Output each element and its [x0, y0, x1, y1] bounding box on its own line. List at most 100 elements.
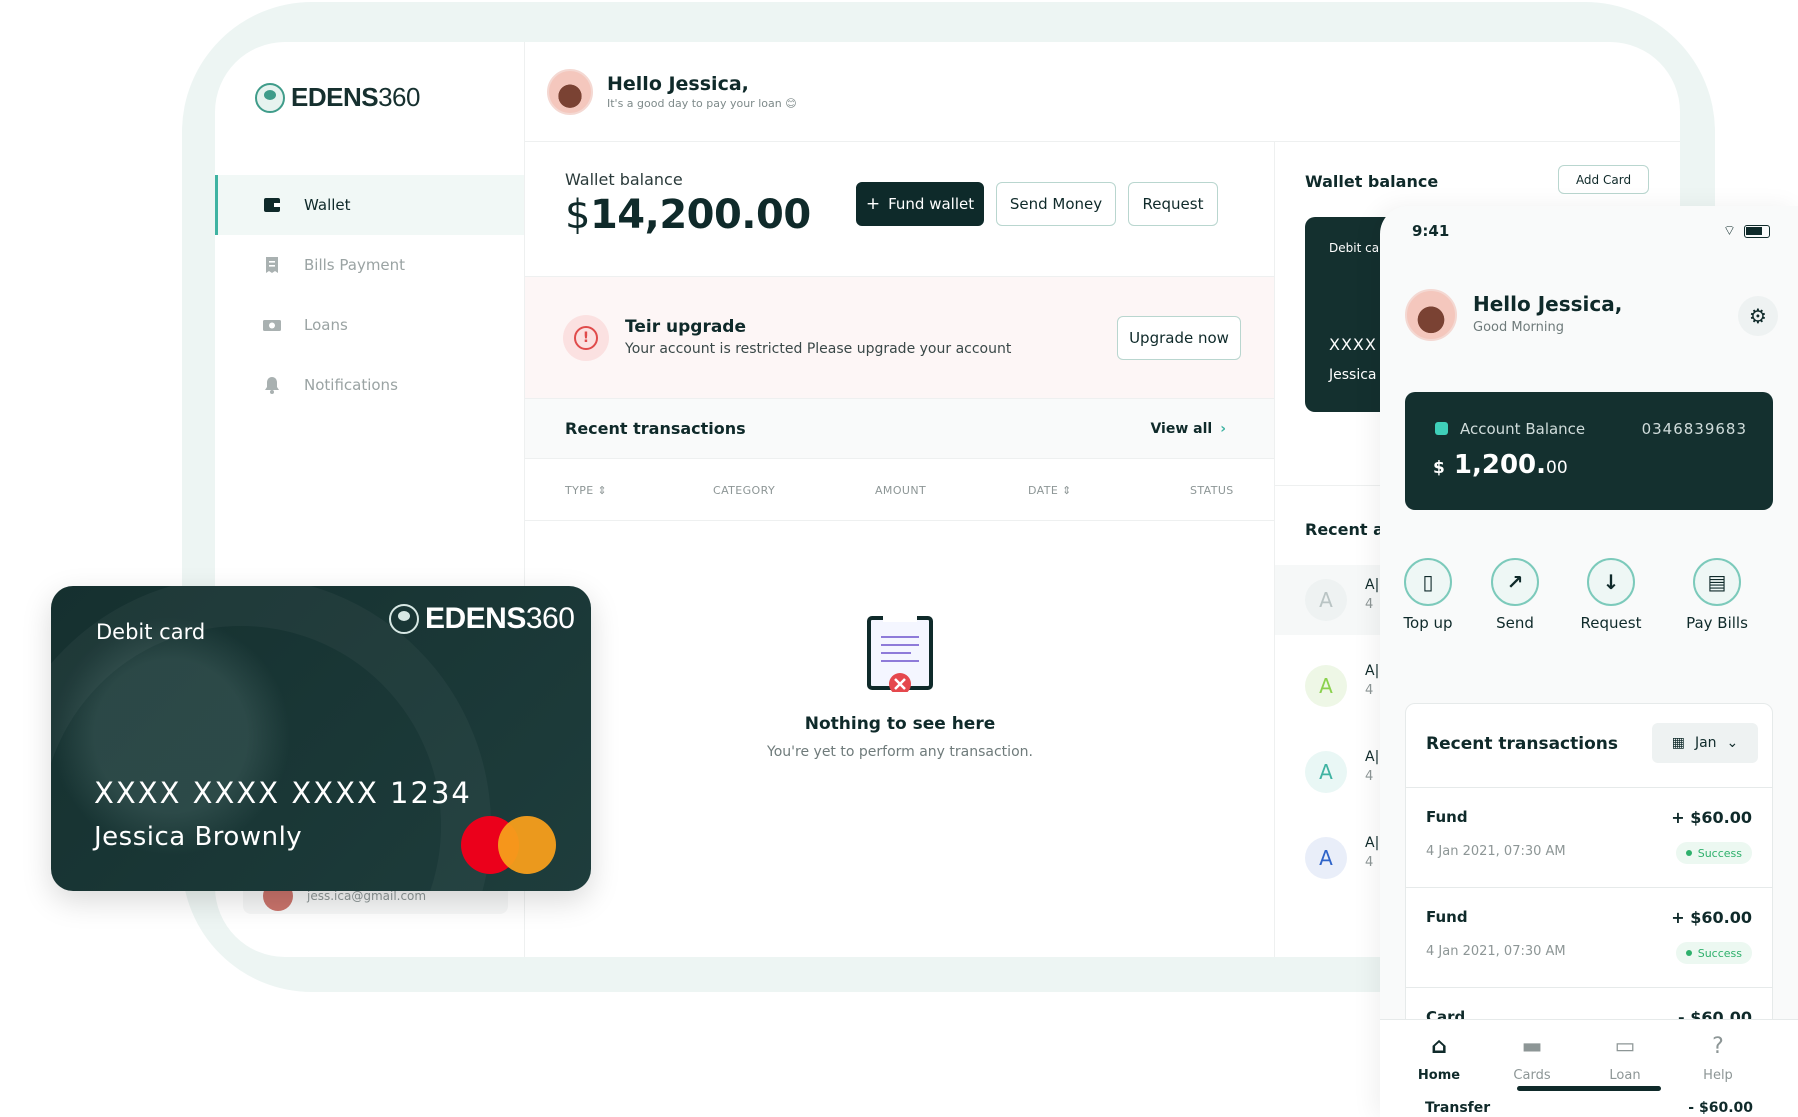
tier-title: Teir upgrade: [625, 317, 746, 337]
account-number: 0346839683: [1641, 420, 1747, 438]
avatar: A: [1305, 751, 1347, 793]
cash-icon: [262, 315, 282, 335]
tx-amount: - $60.00: [1688, 1100, 1753, 1116]
list-item-subtitle: 4: [1365, 855, 1374, 870]
send-money-button[interactable]: Send Money: [996, 182, 1116, 226]
bell-icon: [262, 375, 282, 395]
card-name: Jessica: [1329, 367, 1377, 383]
main-header: Hello Jessica, It's a good day to pay yo…: [525, 42, 1680, 142]
tx-amount: + $60.00: [1671, 808, 1752, 827]
card-icon: ▬: [1521, 1033, 1543, 1059]
sort-icon: ⇕: [1062, 484, 1072, 497]
month-value: Jan: [1694, 735, 1717, 751]
avatar: A: [1305, 579, 1347, 621]
fund-wallet-label: Fund wallet: [888, 195, 975, 213]
view-all-link[interactable]: View all ›: [1150, 421, 1226, 437]
balance-label: Account Balance: [1460, 420, 1586, 438]
wallet-amount-value: 14,200.00: [589, 192, 811, 238]
sidebar-item-wallet[interactable]: Wallet: [215, 175, 524, 235]
account-balance-card[interactable]: Account Balance 0346839683 $ 1,200.00: [1405, 392, 1773, 510]
balance-whole: 1,200.: [1453, 450, 1547, 480]
view-all-label: View all: [1150, 421, 1213, 437]
mastercard-logo-icon: [461, 816, 556, 874]
column-category: CATEGORY: [713, 484, 776, 497]
empty-state: Nothing to see here You're yet to perfor…: [525, 612, 1275, 760]
month-filter-dropdown[interactable]: ▦ Jan ⌄: [1652, 723, 1758, 763]
phone-greeting-sub: Good Morning: [1473, 320, 1564, 335]
avatar[interactable]: [1405, 289, 1457, 341]
tab-loan[interactable]: ▭ Loan: [1585, 1032, 1665, 1084]
app-logo[interactable]: EDENS360: [255, 82, 420, 113]
sidebar-nav: Wallet Bills Payment Loans Notifications: [215, 175, 524, 415]
column-date[interactable]: DATE ⇕: [1028, 484, 1072, 497]
list-item-title: A|: [1365, 577, 1380, 593]
tier-upgrade-banner: ! Teir upgrade Your account is restricte…: [525, 277, 1274, 399]
tier-message: Your account is restricted Please upgrad…: [625, 341, 1012, 357]
gear-icon[interactable]: ⚙: [1738, 296, 1778, 336]
send-button[interactable]: ↗ Send: [1475, 558, 1555, 632]
profile-email: jess.ica@gmail.com: [307, 889, 427, 903]
tab-cards[interactable]: ▬ Cards: [1492, 1032, 1572, 1084]
sidebar-item-notifications[interactable]: Notifications: [215, 355, 524, 415]
debit-card-number: XXXX XXXX XXXX 1234: [94, 776, 472, 810]
status-time: 9:41: [1412, 222, 1450, 240]
table-row[interactable]: Fund + $60.00 4 Jan 2021, 07:30 AM Succe…: [1406, 887, 1772, 987]
recent-transactions-header: Recent transactions View all ›: [525, 399, 1274, 459]
pay-bills-button[interactable]: ▤ Pay Bills: [1677, 558, 1757, 632]
fund-wallet-button[interactable]: + Fund wallet: [856, 182, 984, 226]
tree-logo-icon: [255, 82, 285, 113]
status-badge: Success: [1675, 842, 1752, 864]
upgrade-now-button[interactable]: Upgrade now: [1117, 316, 1241, 360]
sidebar-item-bills-payment[interactable]: Bills Payment: [215, 235, 524, 295]
alert-icon: !: [563, 315, 609, 361]
tab-help[interactable]: ? Help: [1678, 1032, 1758, 1084]
tab-label: Cards: [1513, 1068, 1551, 1083]
chevron-down-icon: ⌄: [1726, 735, 1739, 751]
phone-icon: ▯: [1404, 558, 1452, 606]
help-icon: ?: [1712, 1033, 1724, 1059]
empty-title: Nothing to see here: [804, 714, 996, 734]
arrow-up-right-icon: ↗: [1491, 558, 1539, 606]
avatar[interactable]: [547, 68, 593, 115]
table-row[interactable]: Fund + $60.00 4 Jan 2021, 07:30 AM Succe…: [1406, 787, 1772, 887]
add-card-button[interactable]: Add Card: [1558, 165, 1649, 194]
brand-bold: EDENS: [291, 82, 379, 112]
brand-light: 360: [525, 602, 575, 635]
wallet-icon: [262, 195, 282, 215]
right-panel-title: Wallet balance: [1305, 172, 1439, 191]
debit-card[interactable]: Debit card EDENS360 XXXX XXXX XXXX 1234 …: [51, 586, 591, 891]
card-number: XXXX: [1329, 335, 1377, 354]
column-type[interactable]: TYPE ⇕: [565, 484, 607, 497]
cash-icon: ▭: [1614, 1033, 1636, 1059]
list-item-subtitle: 4: [1365, 683, 1374, 698]
wallet-main: Wallet balance $14,200.00 + Fund wallet S…: [525, 142, 1275, 957]
tx-date: 4 Jan 2021, 07:30 AM: [1426, 944, 1566, 959]
wallet-summary: Wallet balance $14,200.00 + Fund wallet S…: [525, 142, 1274, 277]
debit-card-label: Debit card: [96, 620, 206, 644]
list-item-subtitle: 4: [1365, 597, 1374, 612]
currency-symbol: $: [1433, 458, 1445, 478]
column-status: STATUS: [1190, 484, 1234, 497]
tab-home[interactable]: ⌂ Home: [1399, 1032, 1479, 1084]
currency-symbol: $: [565, 192, 590, 238]
avatar: A: [1305, 665, 1347, 707]
list-item-title: A|: [1365, 835, 1380, 851]
tab-label: Loan: [1609, 1068, 1641, 1083]
bill-icon: ▤: [1693, 558, 1741, 606]
smile-emoji-icon: 😊: [785, 97, 797, 110]
tx-type: Fund: [1426, 908, 1468, 926]
plus-icon: +: [865, 194, 881, 214]
tab-label: Help: [1703, 1068, 1733, 1083]
peek-row: Transfer - $60.00: [1380, 1100, 1798, 1117]
request-button[interactable]: ↓ Request: [1571, 558, 1651, 632]
calendar-icon: ▦: [1671, 735, 1685, 751]
balance-amount: $ 1,200.00: [1433, 450, 1568, 480]
top-up-button[interactable]: ▯ Top up: [1388, 558, 1468, 632]
arrow-down-icon: ↓: [1587, 558, 1635, 606]
tx-date: 4 Jan 2021, 07:30 AM: [1426, 844, 1566, 859]
greeting-subtitle-text: It's a good day to pay your loan: [607, 97, 782, 110]
request-button[interactable]: Request: [1128, 182, 1218, 226]
tx-amount: + $60.00: [1671, 908, 1752, 927]
recent-transactions-title: Recent transactions: [565, 419, 746, 438]
sidebar-item-loans[interactable]: Loans: [215, 295, 524, 355]
